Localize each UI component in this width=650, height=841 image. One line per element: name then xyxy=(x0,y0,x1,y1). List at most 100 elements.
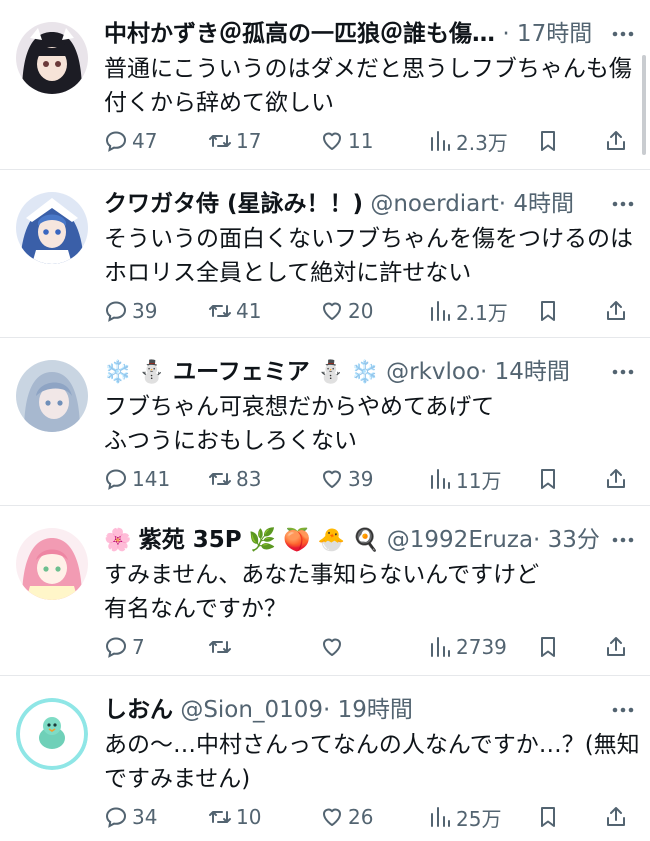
reply-button[interactable]: 141 xyxy=(104,464,170,494)
views-button[interactable]: 2739 xyxy=(428,632,507,662)
heart-icon xyxy=(323,808,341,826)
timeline: 中村かずき＠孤高の一匹狼＠誰も傷… · 17時間 普通にこういうのはダメだと思う… xyxy=(0,0,650,841)
share-button[interactable] xyxy=(604,802,632,832)
more-options-icon[interactable] xyxy=(610,22,636,46)
analytics-icon xyxy=(431,131,450,151)
reply-button[interactable]: 34 xyxy=(104,802,157,832)
views-button[interactable]: 25万 xyxy=(428,802,501,832)
share-button[interactable] xyxy=(604,464,632,494)
bookmark-button[interactable] xyxy=(536,126,564,156)
more-options-icon[interactable] xyxy=(610,192,636,216)
view-count: 2.3万 xyxy=(456,130,508,155)
name-emoji-icon: ❄️ ⛄ xyxy=(104,360,166,385)
analytics-icon xyxy=(431,301,450,321)
like-button[interactable]: 39 xyxy=(320,464,373,494)
avatar[interactable] xyxy=(16,22,88,94)
share-icon xyxy=(607,301,625,320)
tweet[interactable]: 中村かずき＠孤高の一匹狼＠誰も傷… · 17時間 普通にこういうのはダメだと思う… xyxy=(0,0,650,170)
display-name[interactable]: しおん xyxy=(104,697,173,723)
scrollbar[interactable] xyxy=(642,55,646,155)
like-button[interactable] xyxy=(320,632,348,662)
username[interactable]: @Sion_0109 xyxy=(180,697,323,723)
analytics-icon xyxy=(431,807,450,827)
like-button[interactable]: 11 xyxy=(320,126,373,156)
retweet-icon xyxy=(209,135,231,147)
views-button[interactable]: 2.1万 xyxy=(428,296,508,326)
avatar[interactable] xyxy=(16,698,88,770)
username[interactable]: @rkvloo xyxy=(386,359,480,385)
tweet[interactable]: ❄️ ⛄ ユーフェミア ⛄ ❄️ @rkvloo· 14時間 フブちゃん可哀想だ… xyxy=(0,338,650,506)
avatar[interactable] xyxy=(16,528,88,600)
more-options-icon[interactable] xyxy=(610,360,636,384)
bookmark-button[interactable] xyxy=(536,632,564,662)
reply-button[interactable]: 39 xyxy=(104,296,157,326)
share-button[interactable] xyxy=(604,126,632,156)
avatar[interactable] xyxy=(16,192,88,264)
like-count: 20 xyxy=(348,299,374,323)
display-name[interactable]: 紫苑 35P xyxy=(139,527,242,553)
more-options-icon[interactable] xyxy=(610,698,636,722)
display-name[interactable]: ユーフェミア xyxy=(173,359,310,385)
timestamp[interactable]: · 14時間 xyxy=(480,359,570,385)
view-count: 25万 xyxy=(456,806,502,831)
timestamp[interactable]: · 4時間 xyxy=(499,191,574,217)
tweet[interactable]: しおん @Sion_0109· 19時間 あの〜…中村さんってなんの人なんですか… xyxy=(0,676,650,841)
action-bar: 47 17 11 2.3万 xyxy=(104,126,632,156)
display-name[interactable]: クワガタ侍 (星詠み！！) xyxy=(104,191,363,217)
retweet-button[interactable]: 17 xyxy=(208,126,261,156)
reply-button[interactable]: 47 xyxy=(104,126,157,156)
tweet-text-line: そういうの面白くないフブちゃんを傷をつけるのは xyxy=(104,226,633,252)
bookmark-button[interactable] xyxy=(536,802,564,832)
views-button[interactable]: 11万 xyxy=(428,464,501,494)
tweet[interactable]: 🌸 紫苑 35P 🌿 🍑 🐣 🍳 @1992Eruza· 33分 すみません、あ… xyxy=(0,506,650,676)
tweet-header: しおん @Sion_0109· 19時間 xyxy=(104,692,600,728)
timestamp[interactable]: · 19時間 xyxy=(323,697,413,723)
more-options-icon[interactable] xyxy=(610,528,636,552)
retweet-button[interactable]: 83 xyxy=(208,464,261,494)
retweet-button[interactable]: 10 xyxy=(208,802,261,832)
name-emoji-icon: 🌿 🍑 🐣 🍳 xyxy=(248,528,380,553)
tweet-text: 普通にこういうのはダメだと思うしフブちゃんも傷 付くから辞めて欲しい xyxy=(104,52,632,120)
retweet-icon xyxy=(209,473,231,485)
retweet-button[interactable]: 41 xyxy=(208,296,261,326)
like-button[interactable]: 20 xyxy=(320,296,373,326)
share-button[interactable] xyxy=(604,296,632,326)
action-bar: 141 83 39 11万 xyxy=(104,464,632,494)
tweet-header: 🌸 紫苑 35P 🌿 🍑 🐣 🍳 @1992Eruza· 33分 xyxy=(104,522,600,558)
like-count: 26 xyxy=(348,805,374,829)
tweet-text: そういうの面白くないフブちゃんを傷をつけるのは ホロリス全員として絶対に許せない xyxy=(104,222,633,290)
reply-button[interactable]: 7 xyxy=(104,632,145,662)
tweet-text-line: 有名なんですか？ xyxy=(104,596,287,622)
share-button[interactable] xyxy=(604,632,632,662)
bookmark-button[interactable] xyxy=(536,464,564,494)
reply-icon xyxy=(105,469,127,490)
name-emoji-icon: ⛄ ❄️ xyxy=(317,360,379,385)
timestamp[interactable]: · 17時間 xyxy=(502,21,592,47)
heart-icon xyxy=(323,302,341,320)
heart-icon xyxy=(323,132,341,150)
username[interactable]: @1992Eruza xyxy=(387,527,533,553)
reply-count: 39 xyxy=(132,299,158,323)
view-count: 2.1万 xyxy=(456,300,508,325)
display-name[interactable]: 中村かずき＠孤高の一匹狼＠誰も傷… xyxy=(104,21,495,47)
retweet-button[interactable] xyxy=(208,632,236,662)
like-count: 11 xyxy=(348,129,374,153)
reply-count: 141 xyxy=(132,467,171,491)
timestamp[interactable]: · 33分 xyxy=(533,527,600,553)
action-bar: 7 2739 xyxy=(104,632,632,662)
tweet-text-line: あの〜…中村さんってなんの人なんですか…？(無知 xyxy=(104,732,640,758)
tweet-header: ❄️ ⛄ ユーフェミア ⛄ ❄️ @rkvloo· 14時間 xyxy=(104,354,600,390)
avatar[interactable] xyxy=(16,360,88,432)
reply-icon xyxy=(105,301,127,322)
bookmark-icon xyxy=(541,637,555,657)
views-button[interactable]: 2.3万 xyxy=(428,126,508,156)
reply-count: 7 xyxy=(132,635,145,659)
like-button[interactable]: 26 xyxy=(320,802,373,832)
analytics-icon xyxy=(431,469,450,489)
tweet[interactable]: クワガタ侍 (星詠み！！) @noerdiart· 4時間 そういうの面白くない… xyxy=(0,170,650,338)
username[interactable]: @noerdiart xyxy=(370,191,498,217)
bookmark-button[interactable] xyxy=(536,296,564,326)
reply-icon xyxy=(105,637,127,658)
retweet-icon xyxy=(209,305,231,317)
tweet-text: すみません、あなた事知らないんですけど 有名なんですか？ xyxy=(104,558,632,626)
